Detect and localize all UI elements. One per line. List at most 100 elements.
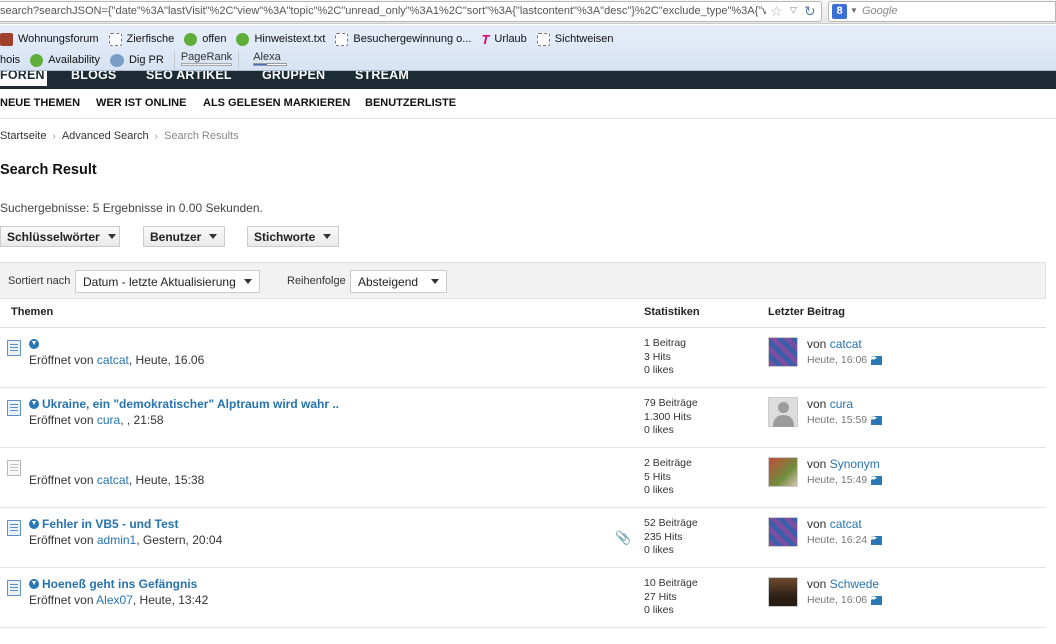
bookmark-hinweistext[interactable]: Hinweistext.txt — [236, 32, 325, 46]
search-placeholder[interactable]: Google — [862, 5, 897, 17]
table-row: Ukraine, ein "demokratischer" Alptraum w… — [0, 388, 1046, 448]
document-icon — [7, 580, 21, 596]
topic-title[interactable]: Ukraine, ein "demokratischer" Alptraum w… — [42, 397, 339, 411]
caret-down-icon — [431, 279, 439, 284]
url-dropdown-icon[interactable]: ▽ — [790, 5, 797, 16]
order-select[interactable]: Absteigend — [350, 270, 447, 293]
tab-stream[interactable]: STREAM — [355, 71, 409, 82]
table-row: Eröffnet von catcat, Heute, 16.06 1 Beit… — [0, 328, 1046, 388]
go-to-post-icon[interactable] — [871, 593, 883, 605]
browser-search-box[interactable]: 8 ▼ Google — [828, 1, 1056, 22]
tab-gruppen[interactable]: GRUPPEN — [262, 71, 325, 82]
browser-toolbar: search?searchJSON={"date"%3A"lastVisit"%… — [0, 0, 1056, 24]
topic-opened-by: Eröffnet von Alex07, Heute, 13:42 — [29, 593, 209, 607]
address-text[interactable]: search?searchJSON={"date"%3A"lastVisit"%… — [0, 5, 766, 17]
subnav-benutzerliste[interactable]: BENUTZERLISTE — [365, 97, 456, 109]
last-post-user-link[interactable]: cura — [830, 397, 853, 411]
go-to-post-icon[interactable] — [871, 353, 883, 365]
page-title: Search Result — [0, 162, 97, 178]
last-post-user-link[interactable]: catcat — [830, 337, 862, 351]
bookmarks-toolbar: Wohnungsforum Zierfische offen Hinweiste… — [0, 25, 1056, 71]
green-globe-icon — [236, 32, 250, 46]
search-engine-dropdown-icon[interactable]: ▼ — [850, 6, 858, 15]
author-link[interactable]: catcat — [97, 353, 129, 367]
new-post-icon[interactable] — [29, 519, 39, 529]
header-letzter-beitrag[interactable]: Letzter Beitrag — [768, 306, 845, 318]
header-statistiken[interactable]: Statistiken — [644, 306, 700, 318]
page-icon — [335, 32, 349, 46]
go-to-post-icon[interactable] — [871, 413, 883, 425]
subnav-als-gelesen-markieren[interactable]: ALS GELESEN MARKIEREN — [203, 97, 350, 109]
avatar[interactable] — [768, 397, 798, 427]
reload-icon[interactable]: ↻ — [804, 3, 816, 20]
search-engine-icon[interactable]: 8 — [832, 4, 847, 19]
avatar[interactable] — [768, 337, 798, 367]
topic-stats: 1 Beitrag 3 Hits 0 likes — [644, 337, 687, 376]
bookmark-sichtweisen[interactable]: Sichtweisen — [536, 32, 614, 46]
topic-title[interactable]: Hoeneß geht ins Gefängnis — [42, 577, 197, 591]
page-icon — [536, 32, 550, 46]
breadcrumb-separator-icon: › — [154, 131, 158, 142]
document-icon — [7, 340, 21, 356]
bookmark-dig-pr[interactable]: Dig PR — [109, 53, 164, 67]
sub-nav: NEUE THEMEN WER IST ONLINE ALS GELESEN M… — [0, 89, 1056, 119]
bookmark-urlaub[interactable]: T Urlaub — [481, 33, 526, 46]
last-post-by: von cura — [807, 397, 854, 411]
bookmark-besuchergewinnung[interactable]: Besuchergewinnung o... — [335, 32, 471, 46]
last-post-time: Heute, 16:06 — [807, 593, 883, 606]
last-post-user-link[interactable]: Schwede — [830, 577, 879, 591]
document-icon — [7, 460, 21, 476]
subnav-neue-themen[interactable]: NEUE THEMEN — [0, 97, 80, 109]
tab-foren[interactable]: FOREN — [0, 71, 47, 86]
avatar[interactable] — [768, 517, 798, 547]
pagerank-bar — [180, 63, 233, 66]
author-link[interactable]: cura — [97, 413, 120, 427]
bookmark-whois[interactable]: hois — [0, 54, 20, 66]
last-post-by: von catcat — [807, 517, 862, 531]
topic-opened-by: Eröffnet von catcat, Heute, 15:38 — [29, 473, 205, 487]
breadcrumb-startseite[interactable]: Startseite — [0, 130, 46, 142]
breadcrumb: Startseite › Advanced Search › Search Result… — [0, 130, 239, 142]
go-to-post-icon[interactable] — [871, 533, 883, 545]
alexa-widget[interactable]: Alexa — [247, 51, 287, 69]
last-post-by: von Synonym — [807, 457, 880, 471]
alexa-bar — [253, 63, 287, 66]
topic-stats: 79 Beiträge 1.300 Hits 0 likes — [644, 397, 698, 436]
result-summary: Suchergebnisse: 5 Ergebnisse in 0.00 Sek… — [0, 201, 263, 215]
new-post-icon[interactable] — [29, 579, 39, 589]
tab-blogs[interactable]: BLOGS — [71, 71, 116, 82]
document-icon — [7, 400, 21, 416]
author-link[interactable]: Alex07 — [96, 593, 133, 607]
breadcrumb-advanced-search[interactable]: Advanced Search — [62, 130, 149, 142]
address-bar[interactable]: search?searchJSON={"date"%3A"lastVisit"%… — [0, 1, 822, 22]
new-post-icon[interactable] — [29, 339, 39, 349]
last-post-time: Heute, 15:49 — [807, 473, 883, 486]
author-link[interactable]: admin1 — [97, 533, 136, 547]
bookmark-availability[interactable]: Availability — [30, 53, 100, 67]
tab-seo-artikel[interactable]: SEO ARTIKEL — [146, 71, 232, 82]
header-themen[interactable]: Themen — [11, 306, 53, 318]
green-globe-icon — [184, 32, 198, 46]
document-icon — [7, 520, 21, 536]
bookmark-zierfische[interactable]: Zierfische — [108, 32, 174, 46]
order-label: Reihenfolge — [287, 275, 346, 287]
author-link[interactable]: catcat — [97, 473, 129, 487]
last-post-user-link[interactable]: Synonym — [830, 457, 880, 471]
new-post-icon[interactable] — [29, 399, 39, 409]
go-to-post-icon[interactable] — [871, 473, 883, 485]
subnav-wer-ist-online[interactable]: WER IST ONLINE — [96, 97, 186, 109]
avatar[interactable] — [768, 577, 798, 607]
bookmark-star-icon[interactable]: ☆ — [770, 3, 783, 20]
sort-select[interactable]: Datum - letzte Aktualisierung — [75, 270, 260, 293]
filter-keywords-button[interactable]: Schlüsselwörter — [0, 226, 120, 247]
bookmark-offen[interactable]: offen — [184, 32, 226, 46]
last-post-by: von catcat — [807, 337, 862, 351]
avatar[interactable] — [768, 457, 798, 487]
filter-user-button[interactable]: Benutzer — [143, 226, 225, 247]
filter-tags-button[interactable]: Stichworte — [247, 226, 339, 247]
bookmark-wohnungsforum[interactable]: Wohnungsforum — [0, 32, 99, 46]
last-post-user-link[interactable]: catcat — [830, 517, 862, 531]
caret-down-icon — [244, 279, 252, 284]
pagerank-widget[interactable]: PageRank — [173, 51, 240, 69]
topic-title[interactable]: Fehler in VB5 - und Test — [42, 517, 178, 531]
